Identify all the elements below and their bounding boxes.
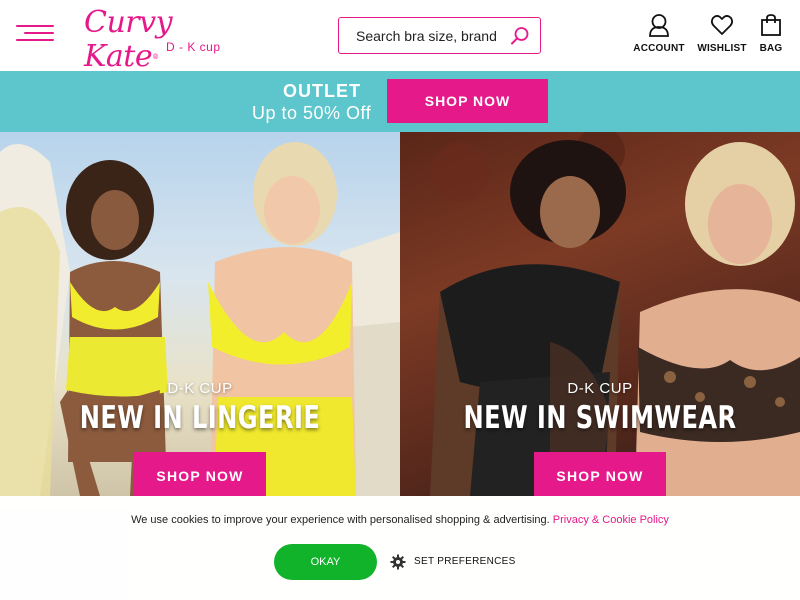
lingerie-kicker: D-K CUP	[167, 380, 233, 397]
curvy-kate-logo[interactable]: Curvy Kate® D - K cup	[84, 6, 234, 74]
lingerie-headline: NEW IN LINGERIE	[79, 400, 321, 436]
swimwear-headline: NEW IN SWIMWEAR	[463, 400, 737, 436]
lingerie-shop-now-button[interactable]: SHOP NOW	[134, 452, 266, 496]
search-icon[interactable]	[510, 26, 530, 46]
swimwear-kicker: D-K CUP	[567, 380, 633, 397]
bag-label: BAG	[759, 43, 783, 54]
swimwear-shop-now-button[interactable]: SHOP NOW	[534, 452, 666, 496]
bag-link[interactable]: BAG	[741, 13, 800, 57]
promo-title: OUTLET	[283, 81, 361, 101]
outlet-shop-now-button[interactable]: SHOP NOW	[387, 79, 548, 123]
promo-subtitle: Up to 50% Off	[252, 103, 372, 123]
search-box	[338, 17, 541, 54]
search-input[interactable]	[356, 26, 506, 46]
outlet-promo-banner: OUTLET Up to 50% Off SHOP NOW	[0, 71, 800, 132]
logo-tagline: D - K cup	[166, 40, 221, 54]
account-link[interactable]: ACCOUNT	[629, 13, 689, 57]
swimwear-hero-image	[430, 132, 800, 496]
cookie-consent-bar: We use cookies to improve your experienc…	[0, 496, 800, 600]
lingerie-hero-image	[0, 142, 400, 496]
privacy-policy-link[interactable]: Privacy & Cookie Policy	[553, 514, 669, 526]
gear-icon	[390, 554, 406, 570]
heart-icon	[710, 15, 734, 35]
hamburger-menu-icon[interactable]	[16, 23, 54, 43]
account-label: ACCOUNT	[633, 43, 685, 54]
account-icon	[649, 14, 669, 37]
set-preferences-label: SET PREFERENCES	[414, 556, 516, 567]
cookie-okay-button[interactable]: OKAY	[274, 544, 377, 580]
hero-swimwear[interactable]: D-K CUP NEW IN SWIMWEAR SHOP NOW	[400, 132, 800, 496]
bag-icon	[761, 14, 781, 36]
site-header: Curvy Kate® D - K cup ACCOUNT WISHLIST B…	[0, 0, 800, 74]
cookie-message: We use cookies to improve your experienc…	[0, 514, 800, 526]
hero-lingerie[interactable]: D-K CUP NEW IN LINGERIE SHOP NOW	[0, 132, 400, 496]
cookie-message-text: We use cookies to improve your experienc…	[131, 514, 550, 526]
